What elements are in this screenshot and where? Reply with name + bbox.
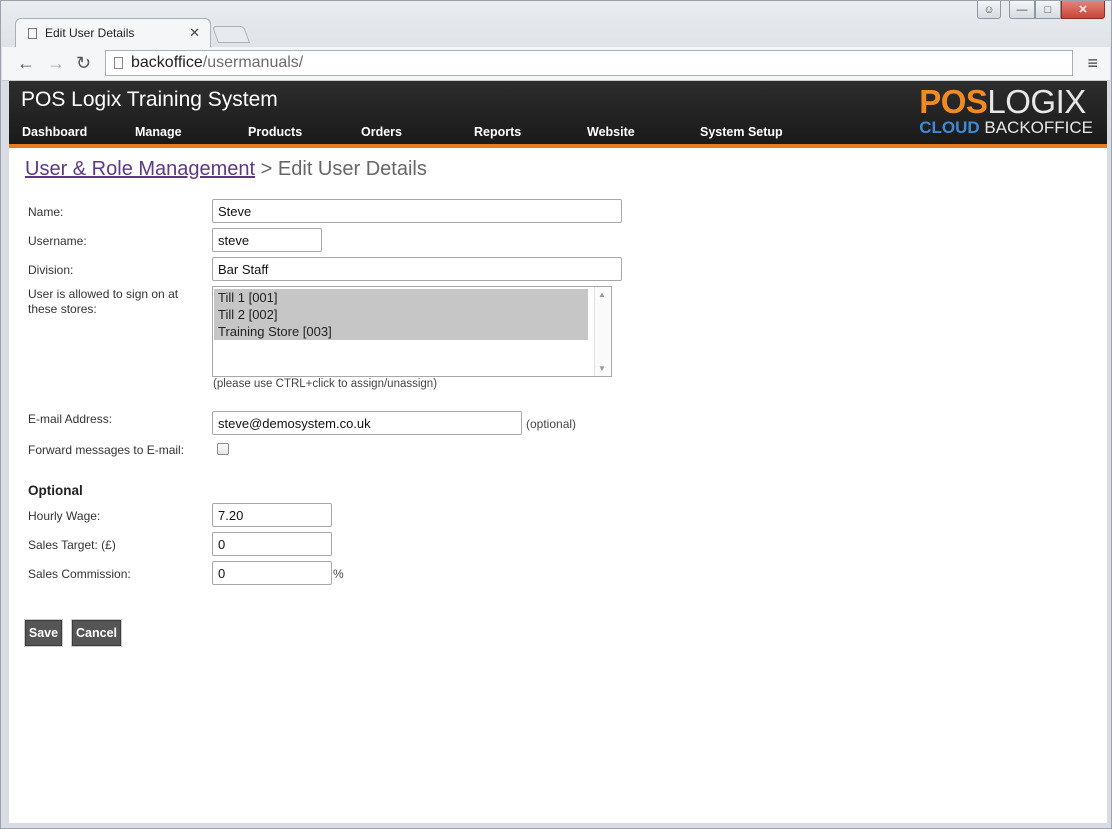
sales-target-input[interactable] — [212, 532, 332, 556]
sales-commission-label: Sales Commission: — [28, 567, 131, 581]
browser-tab[interactable]: Edit User Details ✕ — [15, 18, 211, 47]
name-label: Name: — [28, 205, 64, 219]
hourly-wage-input[interactable] — [212, 503, 332, 527]
store-option[interactable]: Till 1 [001] — [214, 289, 588, 306]
user-profile-icon[interactable]: ☺ — [977, 1, 1001, 19]
username-label: Username: — [28, 234, 87, 248]
title-bar: ☺ — □ ✕ Edit User Details ✕ — [1, 1, 1111, 47]
new-tab-button[interactable] — [211, 26, 251, 43]
percent-unit: % — [333, 567, 344, 581]
save-button[interactable]: Save — [25, 620, 62, 646]
email-optional-note: (optional) — [526, 417, 577, 431]
store-option[interactable]: Training Store [003] — [214, 323, 588, 340]
stores-hint: (please use CTRL+click to assign/unassig… — [213, 378, 438, 390]
browser-toolbar: ← → ↻ backoffice/usermanuals/ ≡ — [2, 47, 1110, 81]
tab-title: Edit User Details — [45, 26, 135, 40]
sales-commission-input[interactable] — [212, 561, 332, 585]
sales-target-label: Sales Target: (£) — [28, 538, 116, 552]
nav-manage[interactable]: Manage — [135, 125, 182, 139]
name-input[interactable] — [212, 199, 622, 223]
window-controls: ☺ — □ ✕ — [977, 1, 1105, 19]
system-title: POS Logix Training System — [21, 88, 278, 111]
logo-logix: LOGIX — [987, 83, 1086, 120]
forward-label: Forward messages to E-mail: — [28, 443, 185, 457]
logo-cloud: CLOUD — [919, 118, 980, 137]
back-arrow-icon[interactable]: ← — [17, 53, 35, 73]
nav-reports[interactable]: Reports — [474, 125, 521, 139]
nav-system-setup[interactable]: System Setup — [700, 125, 783, 139]
username-input[interactable] — [212, 228, 322, 252]
url-host: backoffice — [131, 54, 203, 71]
site-header: POS Logix Training System Dashboard Mana… — [9, 81, 1107, 148]
stores-listbox[interactable]: Till 1 [001] Till 2 [002] Training Store… — [212, 286, 612, 377]
store-option[interactable]: Till 2 [002] — [214, 306, 588, 323]
forward-email-checkbox[interactable] — [217, 443, 229, 455]
stores-label: User is allowed to sign on at these stor… — [28, 287, 179, 316]
page-content: POS Logix Training System Dashboard Mana… — [9, 81, 1107, 823]
nav-website[interactable]: Website — [587, 125, 635, 139]
hamburger-menu-icon[interactable]: ≡ — [1087, 53, 1098, 74]
browser-window: ☺ — □ ✕ Edit User Details ✕ ← → ↻ backof… — [0, 0, 1112, 829]
hourly-wage-label: Hourly Wage: — [28, 509, 101, 523]
email-label: E-mail Address: — [28, 412, 113, 426]
nav-products[interactable]: Products — [248, 125, 302, 139]
breadcrumb-link-user-role-management[interactable]: User & Role Management — [25, 158, 255, 180]
breadcrumb-separator: > — [255, 158, 278, 180]
division-label: Division: — [28, 263, 74, 277]
breadcrumb-current: Edit User Details — [277, 158, 427, 180]
scroll-up-icon[interactable]: ▲ — [598, 290, 606, 299]
logo-pos: POS — [919, 83, 988, 120]
page-icon — [114, 57, 123, 69]
minimize-button[interactable]: — — [1009, 1, 1035, 19]
reload-icon[interactable]: ↻ — [76, 53, 91, 73]
listbox-scrollbar[interactable]: ▲ ▼ — [594, 287, 611, 376]
close-window-button[interactable]: ✕ — [1061, 1, 1105, 19]
cancel-button[interactable]: Cancel — [72, 620, 121, 646]
logo-backoffice: BACKOFFICE — [984, 118, 1093, 137]
optional-heading: Optional — [28, 483, 83, 498]
division-input[interactable] — [212, 257, 622, 281]
scroll-down-icon[interactable]: ▼ — [598, 364, 606, 373]
tab-close-icon[interactable]: ✕ — [189, 25, 200, 41]
email-input[interactable] — [212, 411, 522, 435]
poslogix-logo: POSLOGIX CLOUD BACKOFFICE — [919, 85, 1093, 137]
breadcrumb: User & Role Management > Edit User Detai… — [25, 158, 427, 181]
forward-arrow-icon[interactable]: → — [47, 53, 65, 73]
url-path: /usermanuals/ — [202, 54, 304, 71]
maximize-button[interactable]: □ — [1035, 1, 1061, 19]
nav-orders[interactable]: Orders — [361, 125, 402, 139]
page-icon — [28, 27, 37, 39]
address-bar[interactable]: backoffice/usermanuals/ — [105, 50, 1073, 76]
nav-dashboard[interactable]: Dashboard — [22, 125, 87, 139]
